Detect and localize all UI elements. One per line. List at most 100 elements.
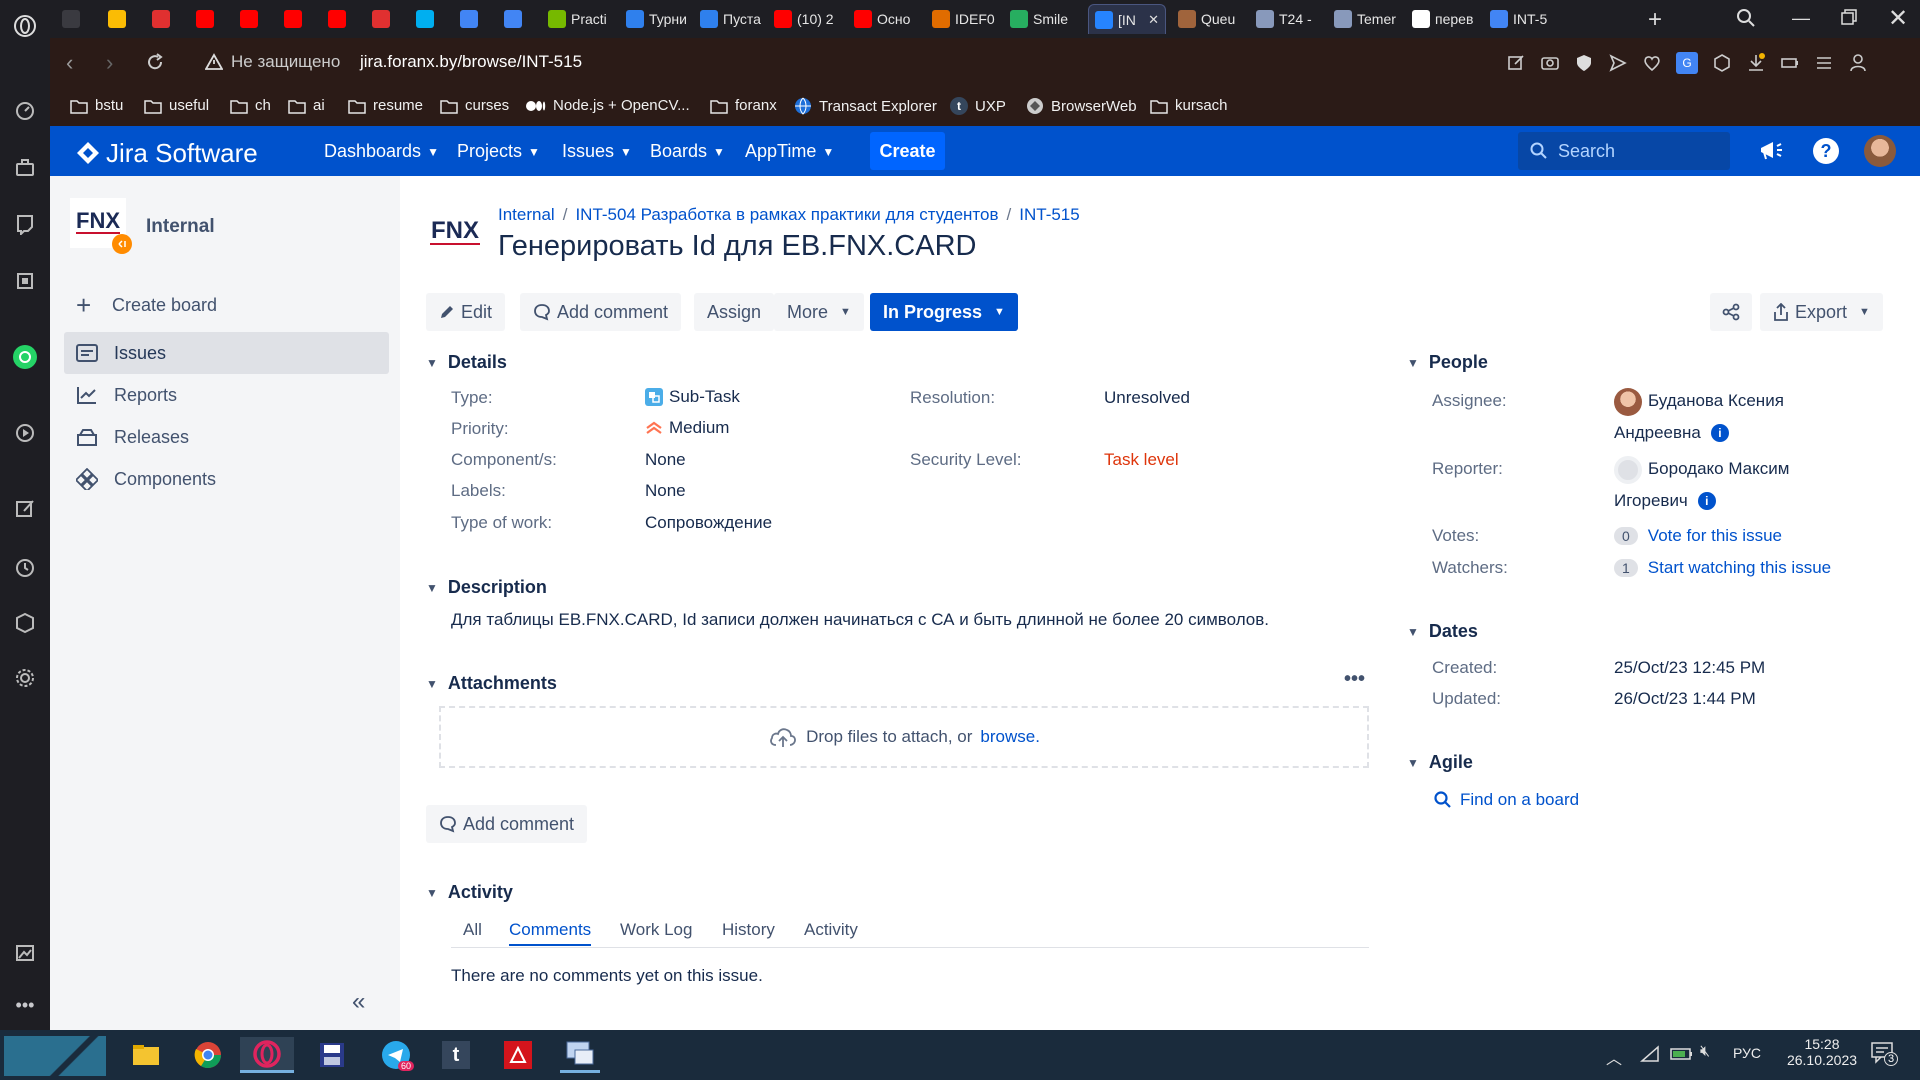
tab-12[interactable]: Турни — [620, 4, 694, 34]
tab-1[interactable] — [102, 4, 146, 34]
people-header[interactable]: ▼ People — [1407, 352, 1488, 373]
close-window-icon[interactable]: ✕ — [1888, 4, 1908, 33]
export-button[interactable]: Export ▼ — [1760, 293, 1883, 331]
project-name[interactable]: Internal — [146, 216, 215, 238]
user-avatar[interactable] — [1864, 135, 1896, 167]
chip-icon[interactable] — [12, 268, 38, 294]
translate-icon[interactable]: G — [1676, 52, 1698, 74]
reload-icon[interactable] — [146, 53, 164, 71]
create-button[interactable]: Create — [870, 132, 945, 170]
breadcrumb-issue[interactable]: INT-515 — [1019, 205, 1079, 225]
more-icon[interactable]: ••• — [12, 992, 38, 1018]
player-icon[interactable] — [12, 420, 38, 446]
tab-6[interactable] — [322, 4, 366, 34]
camera-icon[interactable] — [1540, 53, 1560, 73]
bookmark-10[interactable]: BrowserWeb — [1026, 97, 1137, 115]
tab-17[interactable]: Smile — [1004, 4, 1082, 34]
bookmark-1[interactable]: useful — [144, 97, 209, 114]
tumblr-icon[interactable]: t — [436, 1037, 476, 1073]
tab-all[interactable]: All — [463, 920, 482, 940]
battery-tray-icon[interactable] — [1670, 1045, 1694, 1063]
extensions-icon[interactable] — [12, 610, 38, 636]
breadcrumb-project[interactable]: Internal — [498, 205, 555, 225]
info-icon[interactable]: i — [1710, 424, 1729, 442]
description-text[interactable]: Для таблицы EB.FNX.CARD, Id записи долже… — [451, 610, 1269, 630]
assignee-name[interactable]: Буданова Ксения — [1648, 391, 1784, 411]
bookmark-0[interactable]: bstu — [70, 97, 123, 114]
bookmark-6[interactable]: Node.js + OpenCV... — [526, 97, 690, 114]
tab-2[interactable] — [146, 4, 190, 34]
security-warning[interactable]: Не защищено — [205, 52, 340, 72]
tab-14[interactable]: (10) 2 — [768, 4, 848, 34]
bookmark-8[interactable]: Transact Explorer — [794, 97, 937, 115]
attachment-dropzone[interactable]: Drop files to attach, or browse. — [439, 706, 1369, 768]
notifications-icon[interactable]: 3 — [1870, 1040, 1898, 1066]
sidebar-setup-icon[interactable] — [12, 940, 38, 966]
tab-11[interactable]: Practi — [542, 4, 620, 34]
bookmark-4[interactable]: resume — [348, 97, 423, 114]
chevron-up-icon[interactable]: ︿ — [1606, 1045, 1622, 1069]
download-icon[interactable] — [1746, 53, 1766, 73]
reporter-name[interactable]: Бородако Максим — [1648, 459, 1789, 479]
tab-work-log[interactable]: Work Log — [620, 920, 692, 940]
edit-page-icon[interactable] — [1506, 53, 1526, 73]
tab-20[interactable]: T24 - — [1250, 4, 1328, 34]
sidebar-item-reports[interactable]: Reports — [64, 374, 389, 416]
acrobat-icon[interactable] — [498, 1037, 538, 1073]
minimize-icon[interactable]: — — [1792, 8, 1810, 29]
nav-issues[interactable]: Issues ▼ — [562, 141, 632, 162]
profile-icon[interactable] — [1848, 53, 1868, 73]
help-icon[interactable]: ? — [1813, 138, 1839, 164]
activity-header[interactable]: ▼ Activity — [426, 882, 513, 903]
tab-16[interactable]: IDEF0 — [926, 4, 1004, 34]
nav-apptime[interactable]: AppTime ▼ — [745, 141, 834, 162]
sidebar-item-issues[interactable]: Issues — [64, 332, 389, 374]
opera-taskbar-icon[interactable] — [240, 1037, 294, 1073]
tab-7[interactable] — [366, 4, 410, 34]
file-explorer-icon[interactable] — [126, 1037, 166, 1073]
bookmark-11[interactable]: kursach — [1150, 97, 1228, 114]
save-app-icon[interactable] — [312, 1037, 352, 1073]
watch-link[interactable]: Start watching this issue — [1648, 558, 1831, 578]
vote-link[interactable]: Vote for this issue — [1648, 526, 1782, 546]
project-avatar[interactable]: FNX — [70, 198, 132, 254]
tab-21[interactable]: Temer — [1328, 4, 1406, 34]
forward-icon[interactable]: › — [106, 50, 113, 76]
bookmark-2[interactable]: ch — [230, 97, 271, 114]
tab-10[interactable] — [498, 4, 542, 34]
chrome-icon[interactable] — [188, 1037, 228, 1073]
collapse-sidebar-icon[interactable]: « — [352, 988, 365, 1016]
reporter-name-line2[interactable]: Игоревич i — [1614, 491, 1716, 511]
jira-logo[interactable]: Jira Software — [76, 138, 258, 169]
edit-button[interactable]: Edit — [426, 293, 506, 331]
telegram-icon[interactable]: 60 — [376, 1037, 416, 1073]
heart-icon[interactable] — [1642, 53, 1662, 73]
share-button[interactable] — [1710, 293, 1752, 331]
tab-15[interactable]: Осно — [848, 4, 926, 34]
clock[interactable]: 15:28 26.10.2023 — [1783, 1036, 1861, 1068]
description-header[interactable]: ▼ Description — [426, 577, 547, 598]
sidebar-item-components[interactable]: Components — [64, 458, 389, 500]
search-tabs-icon[interactable] — [1736, 8, 1756, 28]
details-header[interactable]: ▼ Details — [426, 352, 507, 373]
info-icon[interactable]: i — [1697, 492, 1716, 510]
speed-dial-icon[interactable] — [12, 98, 38, 124]
tab-19[interactable]: Queu — [1172, 4, 1250, 34]
opera-logo-icon[interactable] — [12, 13, 38, 39]
tab-0[interactable] — [56, 4, 102, 34]
nav-projects[interactable]: Projects ▼ — [457, 141, 540, 162]
create-board-button[interactable]: + Create board — [64, 284, 389, 326]
new-tab-icon[interactable]: + — [1648, 6, 1662, 34]
tab-comments[interactable]: Comments — [509, 920, 592, 946]
battery-icon[interactable] — [1780, 53, 1800, 73]
more-button[interactable]: More ▼ — [774, 293, 864, 331]
twitch-icon[interactable] — [12, 211, 38, 237]
shield-icon[interactable] — [1574, 53, 1594, 73]
cube-icon[interactable] — [1712, 53, 1732, 73]
find-on-board-link[interactable]: Find on a board — [1434, 790, 1579, 810]
send-icon[interactable] — [1608, 53, 1628, 73]
add-comment-bottom-button[interactable]: Add comment — [426, 805, 588, 843]
url-field[interactable]: jira.foranx.by/browse/INT-515 — [360, 52, 582, 72]
tab-5[interactable] — [278, 4, 322, 34]
nav-boards[interactable]: Boards ▼ — [650, 141, 725, 162]
